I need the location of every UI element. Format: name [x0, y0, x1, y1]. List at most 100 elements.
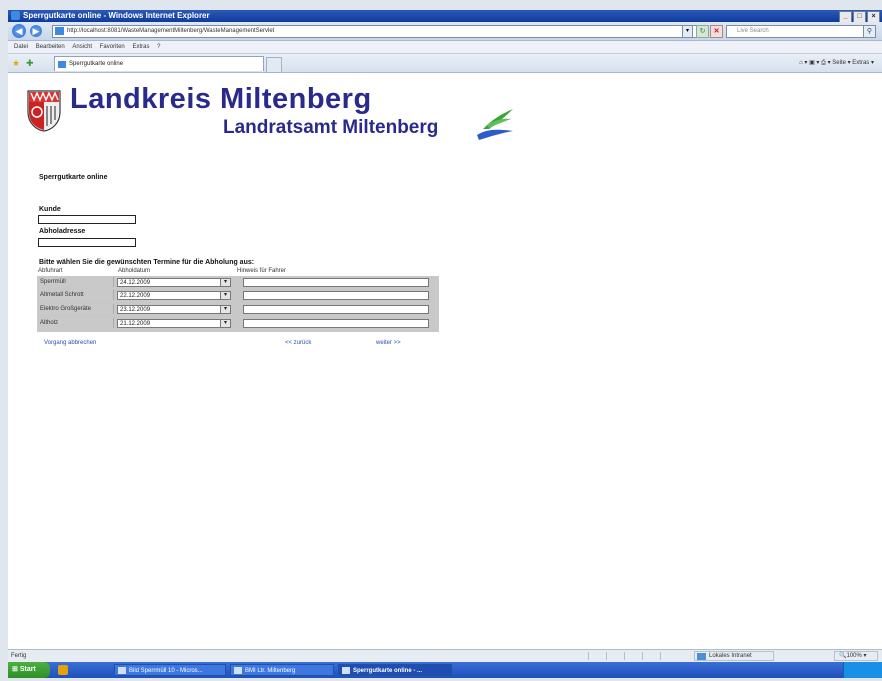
command-bar[interactable]: ⌂ ▾ ▣ ▾ ⎙ ▾ Seite ▾ Extras ▾	[799, 58, 874, 69]
date-select[interactable]: 21.12.2009 ▾	[117, 318, 231, 328]
address-toolbar: ◀ ▶ http://localhost:8081/WasteManagemen…	[8, 22, 882, 41]
taskbar-item-label: Bild Sperrmüll 10 - Micros...	[129, 668, 203, 674]
date-select[interactable]: 23.12.2009 ▾	[117, 304, 231, 314]
home-icon[interactable]: ⌂ ▾	[799, 60, 807, 66]
address-dropdown-icon[interactable]: ▾	[682, 25, 693, 38]
driver-note-field[interactable]	[243, 277, 429, 287]
column-header-hinweis: Hinweis für Fahrer	[237, 268, 287, 274]
zoom-value: 100%	[846, 653, 862, 659]
driver-note-field[interactable]	[243, 304, 429, 314]
chevron-down-icon[interactable]: ▾	[220, 305, 230, 313]
status-text: Fertig	[11, 653, 27, 659]
chevron-down-icon[interactable]: ▾	[220, 278, 230, 286]
app-icon	[118, 667, 126, 674]
next-link[interactable]: weiter >>	[376, 340, 401, 346]
row-type: Altholz	[38, 318, 114, 328]
address-bar[interactable]: http://localhost:8081/WasteManagementMil…	[52, 25, 698, 38]
date-select[interactable]: 22.12.2009 ▾	[117, 290, 231, 300]
quicklaunch-icon[interactable]	[58, 665, 68, 675]
ie-icon	[11, 11, 20, 20]
row-type: Altmetall Schrott	[38, 290, 114, 300]
tab-title: Sperrgutkarte online	[69, 61, 124, 67]
stop-icon[interactable]: ✕	[710, 25, 723, 38]
window-titlebar: Sperrgutkarte online - Windows Internet …	[8, 10, 882, 23]
tab-bar: ★ ✚ Sperrgutkarte online ⌂ ▾ ▣ ▾ ⎙ ▾ Sei…	[8, 54, 882, 73]
start-button[interactable]: ⊞ Start	[8, 662, 50, 678]
command-bar-label: Seite ▾ Extras ▾	[832, 60, 874, 66]
page-icon	[55, 27, 64, 35]
cancel-link[interactable]: Vorgang abbrechen	[44, 340, 96, 346]
app-title: Sperrgutkarte online	[39, 174, 108, 181]
menu-ansicht[interactable]: Ansicht	[72, 44, 92, 50]
taskbar-item-active[interactable]: Sperrgutkarte online - ...	[338, 664, 452, 676]
column-header-abholdatum: Abholdatum	[118, 268, 151, 274]
table-row: Altmetall Schrott 22.12.2009 ▾	[37, 290, 439, 301]
kunde-field[interactable]	[38, 215, 136, 224]
date-value: 24.12.2009	[120, 279, 151, 286]
status-segment	[660, 652, 673, 660]
search-icon[interactable]: ⚲	[863, 25, 876, 38]
refresh-icon[interactable]: ↻	[696, 25, 709, 38]
tab-page-icon	[58, 61, 66, 68]
zone-label: Lokales Intranet	[709, 653, 752, 659]
instruction-text: Bitte wählen Sie die gewünschten Termine…	[39, 259, 255, 266]
tab-sperrgutkarte[interactable]: Sperrgutkarte online	[54, 56, 264, 71]
favorites-star-icon[interactable]: ★	[12, 58, 20, 69]
network-icon	[697, 653, 706, 660]
swoosh-logo-icon	[477, 109, 513, 140]
date-value: 21.12.2009	[120, 320, 151, 327]
zoom-control[interactable]: 🔍100% ▾	[834, 651, 878, 661]
chevron-down-icon[interactable]: ▾	[220, 291, 230, 299]
chevron-down-icon[interactable]: ▾	[220, 319, 230, 327]
address-url: http://localhost:8081/WasteManagementMil…	[67, 28, 275, 34]
kunde-label: Kunde	[39, 206, 61, 213]
print-icon[interactable]: ⎙ ▾	[821, 60, 830, 66]
menu-bar: Datei Bearbeiten Ansicht Favoriten Extra…	[8, 41, 882, 54]
status-segment	[624, 652, 637, 660]
pickup-table: Sperrmüll 24.12.2009 ▾ Altmetall Schrott …	[37, 276, 439, 332]
back-icon[interactable]: ◀	[12, 24, 26, 38]
new-tab-button[interactable]	[266, 57, 282, 73]
browser-window: Sperrgutkarte online - Windows Internet …	[8, 10, 882, 678]
row-type: Sperrmüll	[38, 277, 114, 287]
back-link[interactable]: << zurück	[285, 340, 311, 346]
driver-note-field[interactable]	[243, 318, 429, 328]
menu-favoriten[interactable]: Favoriten	[100, 44, 125, 50]
status-segment	[642, 652, 655, 660]
date-select[interactable]: 24.12.2009 ▾	[117, 277, 231, 287]
abholadresse-label: Abholadresse	[39, 228, 86, 235]
table-row: Elektro Großgeräte 23.12.2009 ▾	[37, 304, 439, 315]
status-segment	[588, 652, 601, 660]
page-content: Landkreis Miltenberg Landratsamt Miltenb…	[8, 73, 882, 648]
taskbar: ⊞ Start Bild Sperrmüll 10 - Micros... BM…	[8, 662, 882, 678]
taskbar-item-label: Sperrgutkarte online - ...	[353, 668, 423, 674]
column-header-abfuhrart: Abfuhrart	[38, 268, 63, 274]
status-bar: Fertig Lokales Intranet 🔍100% ▾	[8, 649, 882, 662]
feeds-icon[interactable]: ▣ ▾	[809, 60, 819, 66]
driver-note-field[interactable]	[243, 290, 429, 300]
abholadresse-field[interactable]	[38, 238, 136, 247]
system-tray	[843, 662, 882, 678]
coat-of-arms-icon	[27, 90, 61, 132]
table-row: Altholz 21.12.2009 ▾	[37, 318, 439, 329]
app-icon	[342, 667, 350, 674]
menu-help[interactable]: ?	[157, 44, 160, 50]
taskbar-item[interactable]: BMI Ltr. Miltenberg	[230, 664, 334, 676]
table-row: Sperrmüll 24.12.2009 ▾	[37, 277, 439, 288]
search-input[interactable]: Live Search	[726, 25, 872, 38]
taskbar-item[interactable]: Bild Sperrmüll 10 - Micros...	[114, 664, 226, 676]
menu-bearbeiten[interactable]: Bearbeiten	[36, 44, 65, 50]
window-title: Sperrgutkarte online - Windows Internet …	[23, 11, 210, 20]
status-segment	[606, 652, 619, 660]
menu-datei[interactable]: Datei	[14, 44, 28, 50]
date-value: 22.12.2009	[120, 292, 151, 299]
add-favorite-icon[interactable]: ✚	[26, 58, 34, 69]
start-label: Start	[19, 666, 36, 673]
header-title: Landkreis Miltenberg	[70, 83, 372, 115]
row-type: Elektro Großgeräte	[38, 304, 114, 314]
menu-extras[interactable]: Extras	[132, 44, 149, 50]
security-zone[interactable]: Lokales Intranet	[694, 651, 774, 661]
forward-icon[interactable]: ▶	[30, 25, 42, 37]
date-value: 23.12.2009	[120, 306, 151, 313]
taskbar-item-label: BMI Ltr. Miltenberg	[245, 668, 296, 674]
